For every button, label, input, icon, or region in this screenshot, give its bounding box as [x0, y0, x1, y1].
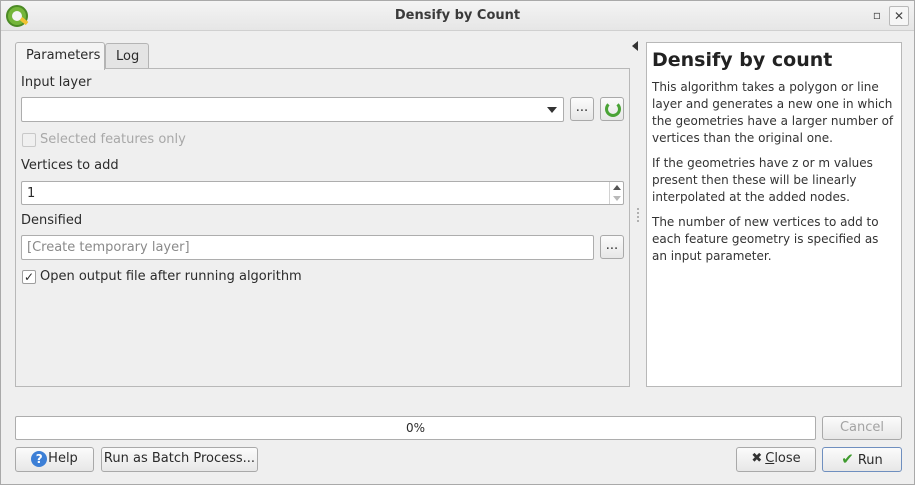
open-output-label: Open output file after running algorithm — [40, 269, 302, 284]
open-output-checkbox[interactable]: ✓ — [22, 270, 36, 284]
progress-text: 0% — [405, 421, 426, 435]
maximize-icon[interactable]: ▫ — [867, 6, 887, 26]
densified-browse-button[interactable]: ... — [600, 235, 624, 259]
densified-output-field[interactable]: [Create temporary layer] — [21, 235, 594, 260]
help-paragraph: If the geometries have z or m values pre… — [652, 156, 873, 204]
densified-label: Densified — [21, 213, 83, 228]
window-title: Densify by Count — [394, 8, 521, 23]
help-paragraph: This algorithm takes a polygon or line l… — [652, 80, 894, 145]
refresh-icon — [605, 101, 621, 117]
close-button[interactable]: ✖ Close — [736, 447, 816, 472]
iterate-refresh-button[interactable] — [600, 97, 624, 121]
run-button[interactable]: ✔ Run — [822, 447, 902, 472]
densified-placeholder: [Create temporary layer] — [27, 240, 190, 255]
help-icon: ? — [31, 450, 48, 467]
vertices-label: Vertices to add — [21, 158, 119, 173]
tab-parameters[interactable]: Parameters — [15, 42, 105, 70]
help-title: Densify by count — [652, 49, 833, 71]
collapse-left-icon[interactable] — [632, 41, 638, 51]
checkmark-icon: ✔ — [841, 450, 854, 468]
help-button[interactable]: ? Help — [15, 447, 94, 472]
help-button-label: Help — [48, 451, 78, 466]
input-layer-label: Input layer — [21, 75, 92, 90]
spin-up-icon[interactable] — [613, 185, 621, 190]
run-button-label: Run — [857, 453, 883, 468]
close-x-icon: ✖ — [751, 451, 763, 466]
chevron-down-icon — [547, 107, 557, 113]
help-paragraph: The number of new vertices to add to eac… — [652, 215, 879, 263]
window-close-button[interactable]: ✕ — [889, 6, 909, 26]
close-label-rest: lose — [774, 451, 801, 466]
vertices-spinbox[interactable]: 1 — [21, 181, 624, 205]
tab-log[interactable]: Log — [105, 43, 149, 70]
dialog-window: Densify by Count ▫ ✕ Parameters Log Inpu… — [0, 0, 915, 485]
selected-features-checkbox[interactable] — [22, 133, 36, 147]
progress-bar: 0% — [15, 416, 816, 440]
vertices-value: 1 — [27, 186, 36, 201]
panel-splitter[interactable] — [637, 208, 639, 222]
parameters-panel: Input layer ... Selected features only V… — [15, 68, 630, 387]
close-mnemonic: C — [765, 451, 775, 466]
input-layer-combo[interactable] — [21, 97, 564, 122]
help-panel: Densify by count This algorithm takes a … — [646, 42, 902, 387]
run-batch-button[interactable]: Run as Batch Process... — [101, 447, 258, 472]
cancel-button[interactable]: Cancel — [822, 416, 902, 440]
spin-buttons[interactable] — [609, 182, 623, 204]
spin-down-icon[interactable] — [613, 196, 621, 201]
title-bar: Densify by Count ▫ ✕ — [1, 1, 914, 31]
selected-features-label: Selected features only — [40, 132, 186, 147]
input-layer-browse-button[interactable]: ... — [570, 97, 594, 121]
